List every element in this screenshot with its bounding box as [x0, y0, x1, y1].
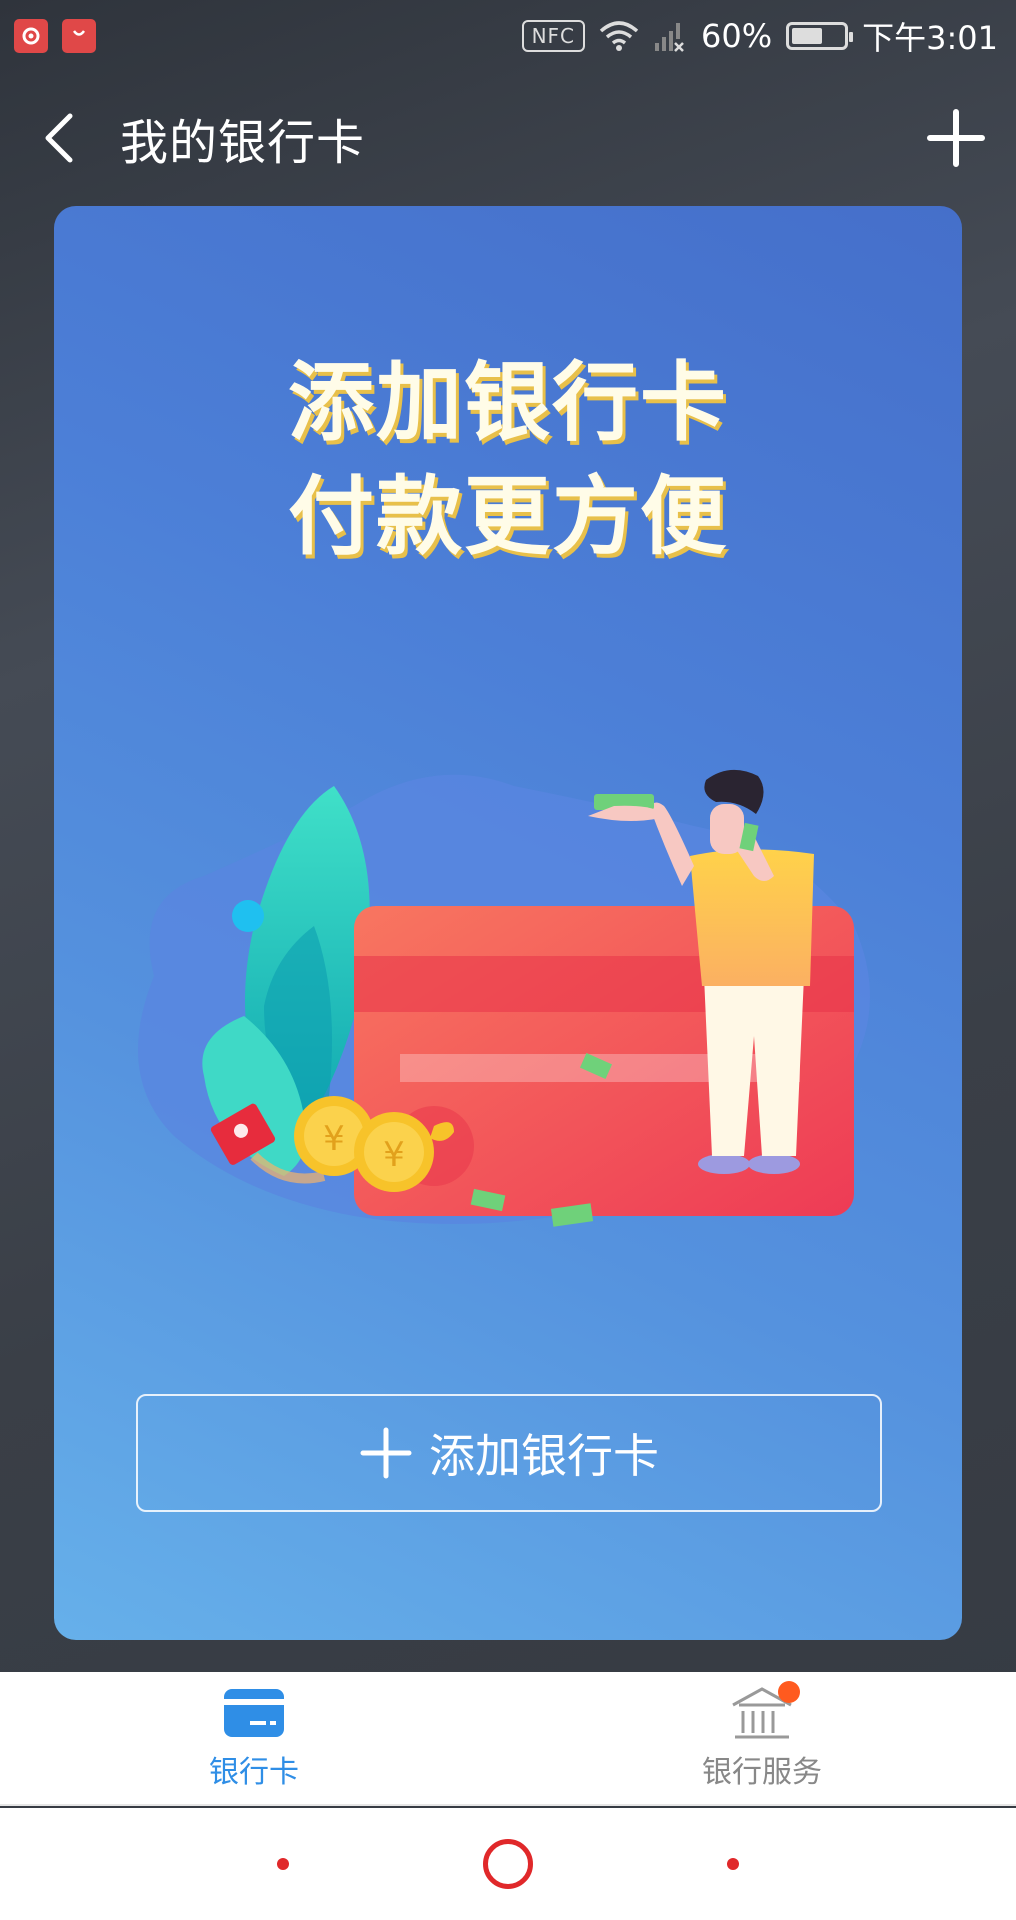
- promo-line-1: 添加银行卡: [288, 353, 728, 453]
- shopping-bag-icon: [62, 19, 96, 53]
- svg-text:¥: ¥: [323, 1119, 345, 1159]
- battery-icon: [786, 22, 854, 50]
- battery-percent: 60%: [701, 17, 773, 55]
- promo-headline: 添加银行卡 付款更方便: [54, 346, 962, 574]
- add-card-header-button[interactable]: [896, 88, 1016, 188]
- clock: 下午3:01: [862, 19, 998, 57]
- back-nav-button[interactable]: [277, 1858, 289, 1870]
- notification-icons: [0, 19, 96, 53]
- plus-icon: [927, 109, 985, 167]
- status-bar: NFC 60% 下午3:01: [0, 0, 1016, 72]
- app-notification-icon: [14, 19, 48, 53]
- page-title: 我的银行卡: [120, 115, 366, 171]
- back-button[interactable]: [0, 88, 120, 188]
- plus-icon: [360, 1427, 412, 1479]
- tab-bank-card[interactable]: 银行卡: [0, 1672, 508, 1804]
- add-card-panel: 添加银行卡 付款更方便 ¥ ¥ 添加银行卡: [54, 206, 962, 1640]
- recents-nav-button[interactable]: [727, 1858, 739, 1870]
- promo-line-2: 付款更方便: [288, 467, 728, 567]
- tab-bank-card-icon-wrap: [218, 1685, 290, 1741]
- bank-card-icon: [224, 1689, 284, 1737]
- app-header: 我的银行卡: [0, 88, 1016, 188]
- bank-card-illustration: ¥ ¥: [138, 769, 870, 1227]
- tab-bank-card-label: 银行卡: [209, 1755, 299, 1790]
- notification-badge: [778, 1681, 800, 1703]
- add-bank-card-label: 添加银行卡: [429, 1429, 659, 1483]
- tab-bank-services-icon-wrap: [726, 1681, 800, 1741]
- system-navigation-bar: [0, 1808, 1016, 1920]
- system-indicators: NFC 60% 下午3:01: [521, 13, 1016, 59]
- nfc-indicator: NFC: [521, 20, 585, 52]
- wifi-icon: [599, 21, 639, 51]
- tab-bank-services[interactable]: 银行服务: [508, 1672, 1016, 1804]
- tab-bank-services-label: 银行服务: [702, 1755, 822, 1790]
- bottom-tab-bar: 银行卡 银行服务: [0, 1672, 1016, 1806]
- screen: NFC 60% 下午3:01 我的银行卡 添加银行卡 付款更方便 ¥ ¥ 添加银…: [0, 0, 1016, 1920]
- home-nav-button[interactable]: [483, 1839, 533, 1889]
- svg-text:¥: ¥: [383, 1135, 405, 1175]
- chevron-left-icon: [45, 113, 73, 163]
- cellular-signal-icon: [655, 23, 684, 52]
- add-bank-card-button[interactable]: 添加银行卡: [136, 1394, 882, 1512]
